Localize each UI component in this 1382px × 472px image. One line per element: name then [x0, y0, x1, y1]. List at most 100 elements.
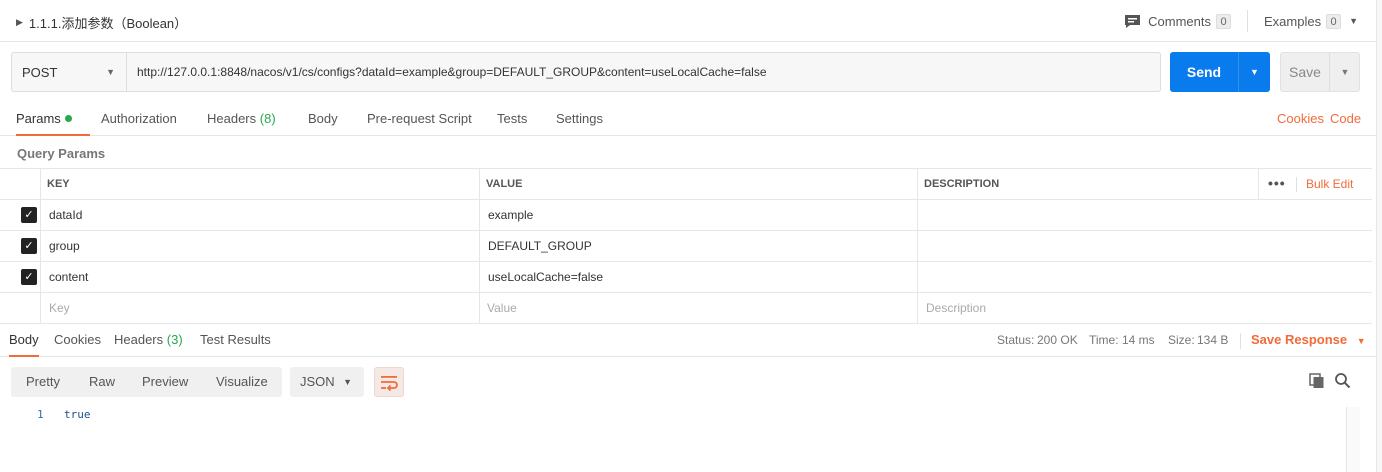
tab-headers[interactable]: Headers (8)	[207, 102, 276, 136]
url-input[interactable]: http://127.0.0.1:8848/nacos/v1/cs/config…	[137, 65, 767, 79]
request-name-label: 1.1.1.添加参数（Boolean）	[28, 16, 188, 31]
tab-settings-label: Settings	[556, 111, 603, 126]
table-header-row: KEY VALUE DESCRIPTION ••• Bulk Edit	[0, 169, 1372, 200]
time-value: 14 ms	[1122, 333, 1155, 347]
size-value: 134 B	[1197, 333, 1229, 347]
comments-label: Comments	[1148, 13, 1211, 29]
param-value[interactable]: DEFAULT_GROUP	[488, 231, 592, 261]
param-key[interactable]: content	[49, 262, 88, 292]
params-active-dot	[64, 115, 72, 122]
tab-response-cookies[interactable]: Cookies	[54, 324, 101, 357]
tab-response-headers[interactable]: Headers (3)	[114, 324, 183, 357]
examples-dropdown[interactable]: Examples 0 ▼	[1264, 13, 1358, 29]
new-description-input[interactable]: Description	[926, 293, 986, 323]
column-divider	[917, 200, 918, 230]
chevron-down-icon: ▼	[343, 377, 352, 387]
new-key-input[interactable]: Key	[49, 293, 70, 323]
view-visualize-button[interactable]: Visualize	[216, 367, 268, 397]
tab-authorization[interactable]: Authorization	[101, 102, 177, 136]
new-param-row: Key Value Description	[0, 293, 1372, 324]
column-divider	[917, 231, 918, 261]
format-select[interactable]: JSON ▼	[290, 367, 364, 397]
header-actions: Comments 0 Examples 0 ▼	[1125, 0, 1382, 42]
tab-tests[interactable]: Tests	[497, 102, 527, 136]
tab-body[interactable]: Body	[308, 102, 338, 136]
column-divider	[917, 262, 918, 292]
save-button[interactable]: Save ▼	[1280, 52, 1360, 92]
new-value-input[interactable]: Value	[487, 293, 517, 323]
send-button[interactable]: Send ▼	[1170, 52, 1270, 92]
view-mode-group: Pretty Raw Preview Visualize	[11, 367, 282, 397]
editor-scrollbar[interactable]	[1346, 407, 1360, 472]
save-response-label: Save Response	[1251, 332, 1348, 347]
save-options-chevron-icon[interactable]: ▼	[1330, 53, 1360, 91]
tab-params-label: Params	[16, 111, 61, 126]
param-value[interactable]: useLocalCache=false	[488, 262, 603, 292]
more-dots-icon[interactable]: •••	[1268, 169, 1286, 197]
search-icon[interactable]	[1334, 372, 1351, 389]
column-divider	[40, 293, 41, 323]
tab-headers-count: (8)	[259, 111, 276, 126]
request-tabs: Params Authorization Headers (8) Body Pr…	[0, 102, 1382, 136]
comments-count-badge: 0	[1216, 13, 1231, 29]
status-label: Status:	[997, 333, 1035, 347]
method-label: POST	[22, 64, 58, 80]
column-divider	[917, 169, 918, 199]
tab-body-label: Body	[308, 111, 338, 126]
column-header-key: KEY	[47, 178, 70, 190]
tab-prerequest-label: Pre-request Script	[367, 111, 472, 126]
window-scrollbar[interactable]	[1376, 0, 1382, 472]
tab-response-body-label: Body	[9, 332, 39, 347]
tab-response-body[interactable]: Body	[9, 324, 39, 357]
response-body-editor[interactable]: 1 true	[0, 404, 1346, 472]
chevron-down-icon: ▼	[106, 67, 115, 77]
table-row: ✓ group DEFAULT_GROUP	[0, 231, 1372, 262]
column-header-description: DESCRIPTION	[924, 178, 1000, 190]
view-preview-button[interactable]: Preview	[142, 367, 188, 397]
comments-button[interactable]: Comments 0	[1125, 13, 1231, 29]
save-response-dropdown[interactable]: Save Response ▼	[1251, 324, 1366, 357]
comment-icon	[1125, 14, 1141, 28]
view-pretty-button[interactable]: Pretty	[26, 367, 60, 397]
time-label: Time:	[1089, 333, 1119, 347]
column-header-value: VALUE	[486, 178, 523, 190]
method-select[interactable]: POST ▼	[12, 53, 127, 91]
copy-icon[interactable]	[1309, 373, 1325, 389]
checkbox-checked-icon[interactable]: ✓	[21, 207, 37, 223]
tab-settings[interactable]: Settings	[556, 102, 603, 136]
tab-prerequest-script[interactable]: Pre-request Script	[367, 102, 472, 136]
param-value[interactable]: example	[488, 200, 533, 230]
wrap-lines-icon	[381, 376, 398, 392]
column-divider	[917, 293, 918, 323]
examples-count-badge: 0	[1326, 13, 1342, 29]
request-header-bar: ▶ 1.1.1.添加参数（Boolean） Comments 0 Example…	[0, 0, 1382, 42]
tab-tests-label: Tests	[497, 111, 528, 126]
response-tabs: Body Cookies Headers (3) Test Results St…	[0, 324, 1382, 357]
tab-response-headers-count: (3)	[166, 332, 183, 347]
size-label: Size:	[1168, 333, 1195, 347]
request-name[interactable]: ▶ 1.1.1.添加参数（Boolean）	[16, 13, 187, 32]
query-params-table: KEY VALUE DESCRIPTION ••• Bulk Edit ✓ da…	[0, 168, 1372, 324]
caret-right-icon[interactable]: ▶	[16, 17, 23, 28]
save-label: Save	[1289, 64, 1321, 80]
param-key[interactable]: group	[49, 231, 80, 261]
format-label: JSON	[300, 374, 335, 389]
tab-authorization-label: Authorization	[101, 111, 177, 126]
send-options-chevron-icon[interactable]: ▼	[1239, 52, 1270, 92]
param-key[interactable]: dataId	[49, 200, 82, 230]
tab-params[interactable]: Params	[16, 102, 90, 136]
cookies-link[interactable]: Cookies	[1277, 102, 1324, 135]
url-bar: POST ▼ http://127.0.0.1:8848/nacos/v1/cs…	[11, 52, 1161, 92]
tab-headers-label: Headers	[207, 111, 257, 126]
divider	[1296, 177, 1297, 192]
tab-test-results[interactable]: Test Results	[200, 324, 271, 357]
bulk-edit-link[interactable]: Bulk Edit	[1306, 169, 1353, 199]
table-row: ✓ dataId example	[0, 200, 1372, 231]
checkbox-checked-icon[interactable]: ✓	[21, 269, 37, 285]
divider	[1247, 10, 1248, 32]
column-divider	[479, 262, 480, 292]
code-link[interactable]: Code	[1330, 102, 1361, 135]
view-raw-button[interactable]: Raw	[89, 367, 115, 397]
wrap-lines-button[interactable]	[374, 367, 404, 397]
checkbox-checked-icon[interactable]: ✓	[21, 238, 37, 254]
